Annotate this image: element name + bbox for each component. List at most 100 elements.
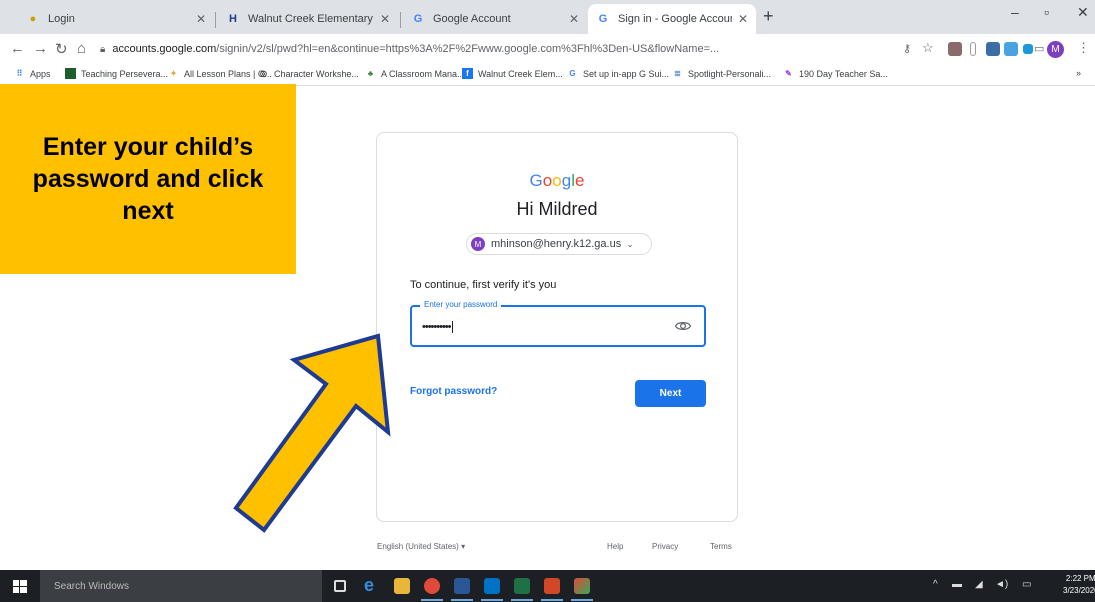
tab-divider <box>215 12 216 28</box>
help-link[interactable]: Help <box>607 542 623 551</box>
new-tab-button[interactable]: + <box>763 6 774 27</box>
bookmark-favicon-icon: ≣ <box>674 69 681 78</box>
google-icon: G <box>569 69 576 78</box>
bookmarks-overflow[interactable]: » <box>1076 68 1081 78</box>
system-clock[interactable]: 2:22 PM 3/23/2020 <box>1063 573 1095 597</box>
chevron-up-icon[interactable]: ^ <box>933 579 938 590</box>
bookmark-favicon-icon: ✦ <box>170 69 177 78</box>
password-label: Enter your password <box>420 300 502 309</box>
active-app-indicator <box>511 599 533 601</box>
caret-down-icon: ▾ <box>461 542 466 551</box>
taskbar: Search Windows e ^ ▬ ◢ ◄) ▭ 2:22 PM 3/23… <box>0 570 1095 602</box>
cast-icon[interactable]: ▭ <box>1034 42 1044 55</box>
bookmarks-bar: ⠿ Apps Teaching Persevera... ✦ All Lesson … <box>0 64 1095 86</box>
bookmark-item[interactable]: f Walnut Creek Elem... <box>462 68 563 79</box>
chevron-down-icon: ⌄ <box>626 238 634 249</box>
google-logo: Google <box>529 171 585 190</box>
lock-icon: 🔒︎ <box>100 43 106 55</box>
keyboard-icon[interactable]: ▭ <box>1022 579 1031 590</box>
forward-icon[interactable]: → <box>33 40 48 57</box>
password-field[interactable]: Enter your password •••••••••• <box>410 300 706 347</box>
verify-text: To continue, first verify it's you <box>410 279 557 291</box>
star-icon[interactable]: ☆ <box>922 40 934 56</box>
bookmark-item[interactable]: ✎ 190 Day Teacher Sa... <box>783 68 888 79</box>
extension-icon[interactable] <box>970 42 976 56</box>
password-input[interactable]: •••••••••• <box>422 321 453 334</box>
word-icon[interactable] <box>454 578 470 594</box>
close-window-icon[interactable]: ✕ <box>1077 4 1089 21</box>
extension-icon[interactable] <box>1004 42 1018 56</box>
terms-link[interactable]: Terms <box>710 542 732 551</box>
bookmark-favicon-icon: ✎ <box>785 69 792 78</box>
bookmark-item[interactable]: ≣ Spotlight-Personali... <box>672 68 771 79</box>
tab-google-account[interactable]: G Google Account ✕ <box>403 4 587 34</box>
key-icon[interactable]: ⚷ <box>903 42 911 55</box>
screen: ● Login ✕ H Walnut Creek Elementary / Ov… <box>0 0 1095 602</box>
google-icon: G <box>413 13 423 25</box>
excel-icon[interactable] <box>514 578 530 594</box>
greeting-heading: Hi Mildred <box>516 199 598 219</box>
h-logo-icon: H <box>229 13 237 25</box>
reload-icon[interactable]: ↻ <box>55 40 68 58</box>
profile-avatar[interactable]: M <box>1047 41 1064 58</box>
extension-icon[interactable] <box>948 42 962 56</box>
instruction-callout: Enter your child’s password and click ne… <box>0 84 296 274</box>
account-chip[interactable]: M mhinson@henry.k12.ga.us ⌄ <box>466 233 652 255</box>
task-view-icon[interactable] <box>334 580 346 592</box>
back-icon[interactable]: ← <box>10 40 25 57</box>
signin-card: Google Hi Mildred M mhinson@henry.k12.ga… <box>376 132 738 522</box>
privacy-link[interactable]: Privacy <box>652 542 678 551</box>
browser-toolbar: ← → ↻ ⌂ 🔒︎ accounts.google.com/signin/v2… <box>0 34 1095 64</box>
forgot-password-link[interactable]: Forgot password? <box>410 386 497 397</box>
taskbar-search[interactable]: Search Windows <box>40 570 322 602</box>
facebook-icon: f <box>462 68 473 79</box>
powerpoint-icon[interactable] <box>544 578 560 594</box>
app-icon[interactable] <box>574 578 590 594</box>
windows-start-icon[interactable] <box>13 580 27 593</box>
minimize-icon[interactable]: – <box>1011 4 1019 20</box>
menu-icon[interactable]: ⋮ <box>1077 40 1090 56</box>
bookmark-favicon-icon: ◎ <box>260 69 267 78</box>
account-avatar: M <box>471 237 485 251</box>
bookmark-item[interactable]: G Set up in-app G Sui... <box>567 68 669 79</box>
bookmark-item[interactable]: ◎ Character Workshe... <box>258 68 359 79</box>
battery-icon[interactable]: ▬ <box>952 579 962 590</box>
bookmark-item[interactable]: Teaching Persevera... <box>65 68 168 79</box>
user-icon: ● <box>29 13 37 25</box>
volume-icon[interactable]: ◄) <box>995 579 1008 590</box>
home-icon[interactable]: ⌂ <box>77 40 86 57</box>
show-password-icon[interactable] <box>674 317 692 335</box>
close-icon[interactable]: ✕ <box>738 12 748 26</box>
outlook-icon[interactable] <box>484 578 500 594</box>
extension-icon[interactable] <box>1023 44 1033 54</box>
close-icon[interactable]: ✕ <box>569 12 579 26</box>
tab-strip: ● Login ✕ H Walnut Creek Elementary / Ov… <box>0 0 1095 34</box>
file-explorer-icon[interactable] <box>394 578 410 594</box>
edge-icon[interactable]: e <box>364 575 380 595</box>
active-app-indicator <box>481 599 503 601</box>
google-icon: G <box>598 13 608 25</box>
text-cursor <box>451 321 453 334</box>
active-app-indicator <box>571 599 593 601</box>
active-app-indicator <box>421 599 443 601</box>
next-button[interactable]: Next <box>635 380 706 407</box>
extension-icon[interactable] <box>986 42 1000 56</box>
active-app-indicator <box>451 599 473 601</box>
close-icon[interactable]: ✕ <box>196 12 206 26</box>
active-app-indicator <box>541 599 563 601</box>
tab-walnut-creek[interactable]: H Walnut Creek Elementary / Over ✕ <box>218 4 398 34</box>
bookmark-item[interactable]: ✦ All Lesson Plans | C... <box>168 68 272 79</box>
maximize-icon[interactable]: ▫ <box>1044 4 1049 20</box>
chrome-icon[interactable] <box>424 578 440 594</box>
close-icon[interactable]: ✕ <box>380 12 390 26</box>
wifi-icon[interactable]: ◢ <box>975 579 983 590</box>
account-email: mhinson@henry.k12.ga.us <box>491 238 622 250</box>
tab-login[interactable]: ● Login ✕ <box>18 4 214 34</box>
address-bar[interactable]: 🔒︎ accounts.google.com/signin/v2/sl/pwd?… <box>100 39 895 59</box>
tab-sign-in[interactable]: G Sign in - Google Accounts ✕ <box>588 4 756 34</box>
apps-grid-icon: ⠿ <box>16 69 23 78</box>
bookmark-item[interactable]: ♣ A Classroom Mana... <box>365 68 465 79</box>
bookmark-apps[interactable]: ⠿ Apps <box>14 68 51 79</box>
bookmark-favicon-icon <box>65 68 76 79</box>
tab-divider <box>400 12 401 28</box>
